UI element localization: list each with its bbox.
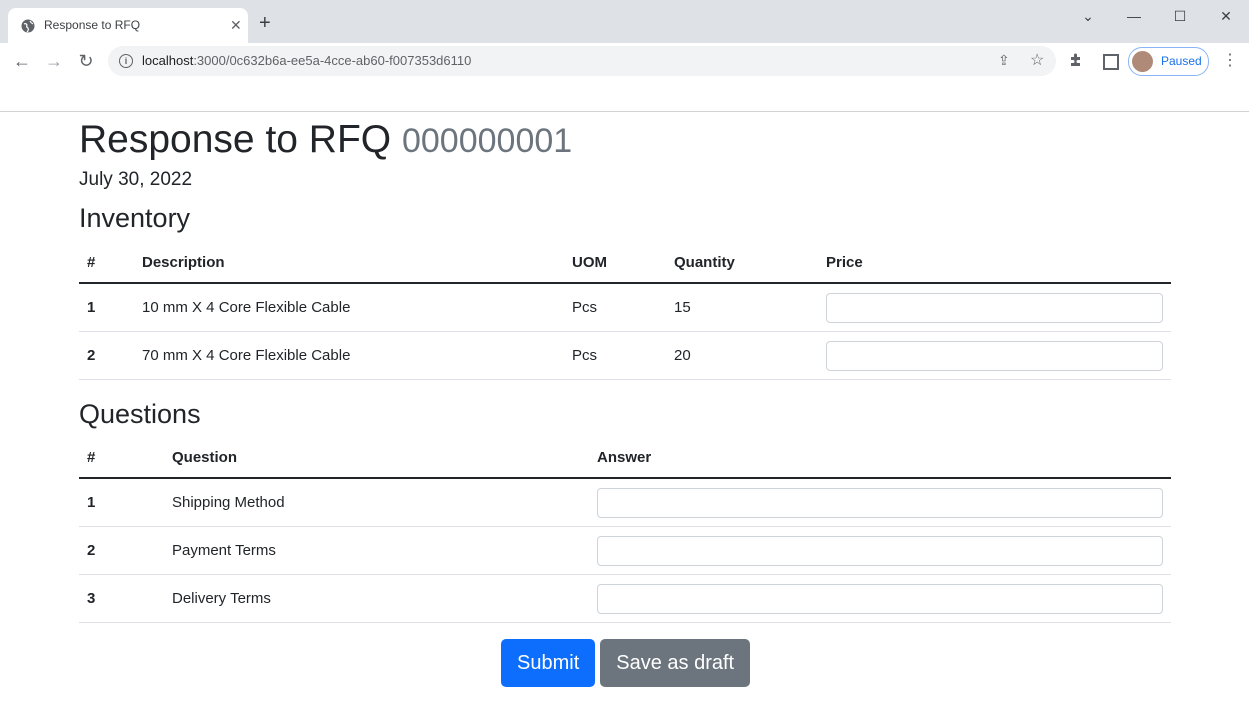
table-row: 2 70 mm X 4 Core Flexible Cable Pcs 20 bbox=[79, 331, 1171, 380]
table-header-row: # Description UOM Quantity Price bbox=[79, 242, 1171, 284]
column-header: Question bbox=[164, 437, 589, 479]
questions-heading: Questions bbox=[79, 399, 201, 429]
column-header: Description bbox=[134, 242, 564, 284]
column-header: # bbox=[79, 242, 134, 284]
column-header: Answer bbox=[589, 437, 1171, 479]
item-description: 70 mm X 4 Core Flexible Cable bbox=[134, 331, 564, 380]
tab-strip: Response to RFQ ✕ + ⌄ — ☐ ✕ bbox=[0, 0, 1249, 43]
answer-input[interactable] bbox=[597, 583, 1163, 614]
inventory-table: # Description UOM Quantity Price 1 10 mm… bbox=[79, 242, 1171, 380]
new-tab-button[interactable]: + bbox=[259, 13, 271, 33]
star-icon[interactable]: ☆ bbox=[1030, 50, 1044, 70]
row-number: 3 bbox=[79, 574, 164, 623]
minimize-button[interactable]: — bbox=[1111, 6, 1157, 26]
column-header: Quantity bbox=[666, 242, 818, 284]
answer-input[interactable] bbox=[597, 487, 1163, 518]
reload-icon[interactable]: ↻ bbox=[75, 51, 97, 73]
table-row: 1 10 mm X 4 Core Flexible Cable Pcs 15 bbox=[79, 283, 1171, 332]
info-icon[interactable]: i bbox=[119, 54, 133, 68]
browser-toolbar: ← → ↻ i localhost:3000/0c632b6a-ee5a-4cc… bbox=[0, 43, 1249, 80]
item-quantity: 20 bbox=[666, 331, 818, 380]
row-number: 2 bbox=[79, 526, 164, 575]
price-cell bbox=[818, 283, 1171, 332]
url-host: localhost bbox=[142, 53, 194, 68]
item-description: 10 mm X 4 Core Flexible Cable bbox=[134, 283, 564, 332]
save-draft-button[interactable]: Save as draft bbox=[600, 639, 751, 687]
form-actions: Submit Save as draft bbox=[501, 639, 755, 687]
url-text[interactable]: localhost:3000/0c632b6a-ee5a-4cce-ab60-f… bbox=[142, 53, 471, 68]
tab-search-icon[interactable]: ⌄ bbox=[1065, 6, 1111, 26]
price-cell bbox=[818, 331, 1171, 380]
close-window-button[interactable]: ✕ bbox=[1203, 6, 1249, 26]
divider bbox=[0, 111, 1249, 112]
column-header: # bbox=[79, 437, 164, 479]
column-header: Price bbox=[818, 242, 1171, 284]
question-text: Payment Terms bbox=[164, 526, 589, 575]
price-input[interactable] bbox=[826, 340, 1163, 371]
answer-cell bbox=[589, 574, 1171, 623]
forward-icon[interactable]: → bbox=[43, 51, 65, 73]
url-path: :3000/0c632b6a-ee5a-4cce-ab60-f007353d61… bbox=[193, 53, 472, 68]
row-number: 1 bbox=[79, 283, 134, 332]
row-number: 2 bbox=[79, 331, 134, 380]
row-number: 1 bbox=[79, 478, 164, 527]
page-title-text: Response to RFQ bbox=[79, 118, 392, 161]
profile-status: Paused bbox=[1161, 54, 1202, 68]
item-uom: Pcs bbox=[564, 331, 666, 380]
question-text: Shipping Method bbox=[164, 478, 589, 527]
column-header: UOM bbox=[564, 242, 666, 284]
submit-button[interactable]: Submit bbox=[501, 639, 596, 687]
browser-tab[interactable]: Response to RFQ ✕ bbox=[8, 8, 248, 43]
item-uom: Pcs bbox=[564, 283, 666, 332]
extensions-icon[interactable] bbox=[1068, 52, 1084, 68]
table-header-row: # Question Answer bbox=[79, 437, 1171, 479]
questions-table: # Question Answer 1 Shipping Method 2 Pa… bbox=[79, 437, 1171, 623]
table-row: 3 Delivery Terms bbox=[79, 574, 1171, 623]
page-title: Response to RFQ 000000001 bbox=[79, 117, 572, 164]
table-row: 1 Shipping Method bbox=[79, 478, 1171, 527]
inventory-heading: Inventory bbox=[79, 203, 191, 233]
item-quantity: 15 bbox=[666, 283, 818, 332]
tab-close-icon[interactable]: ✕ bbox=[230, 17, 242, 33]
rfq-date: July 30, 2022 bbox=[79, 169, 193, 190]
answer-cell bbox=[589, 526, 1171, 575]
profile-button[interactable]: Paused bbox=[1128, 47, 1209, 76]
table-row: 2 Payment Terms bbox=[79, 526, 1171, 575]
avatar bbox=[1132, 51, 1153, 72]
address-bar[interactable]: i localhost:3000/0c632b6a-ee5a-4cce-ab60… bbox=[108, 46, 1056, 76]
price-input[interactable] bbox=[826, 292, 1163, 323]
answer-input[interactable] bbox=[597, 535, 1163, 566]
rfq-number: 000000001 bbox=[401, 122, 573, 160]
question-text: Delivery Terms bbox=[164, 574, 589, 623]
answer-cell bbox=[589, 478, 1171, 527]
side-panel-icon[interactable] bbox=[1103, 54, 1119, 70]
share-icon[interactable]: ⇪ bbox=[998, 52, 1010, 69]
maximize-button[interactable]: ☐ bbox=[1157, 6, 1203, 26]
globe-icon bbox=[21, 19, 35, 33]
back-icon[interactable]: ← bbox=[11, 51, 33, 73]
kebab-menu-icon[interactable]: ⋮ bbox=[1222, 51, 1238, 71]
tab-title: Response to RFQ bbox=[44, 18, 141, 32]
